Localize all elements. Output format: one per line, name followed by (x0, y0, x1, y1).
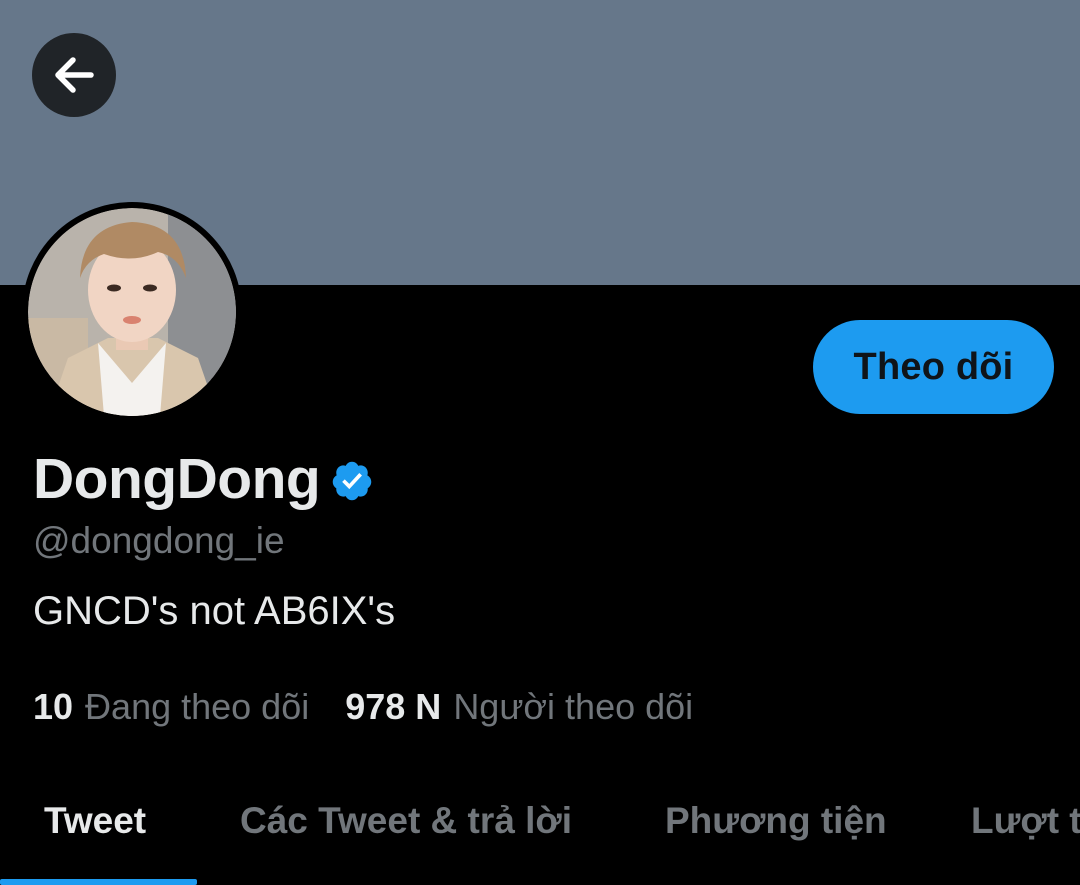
tab-likes[interactable]: Lượt t (971, 800, 1080, 842)
arrow-left-icon (55, 57, 94, 93)
followers-stat[interactable]: 978 N Người theo dõi (345, 686, 693, 728)
bio: GNCD's not AB6IX's (33, 589, 396, 633)
display-name: DongDong (33, 447, 321, 511)
back-button[interactable] (32, 33, 116, 117)
following-stat[interactable]: 10 Đang theo dõi (33, 686, 309, 728)
handle: @dongdong_ie (33, 520, 285, 561)
following-label: Đang theo dõi (85, 686, 310, 727)
avatar[interactable] (22, 202, 242, 422)
following-count: 10 (33, 686, 74, 727)
active-tab-indicator (0, 879, 197, 885)
display-name-row: DongDong (33, 446, 374, 512)
follow-button[interactable]: Theo dõi (813, 320, 1054, 414)
followers-count: 978 N (345, 686, 442, 727)
verified-badge-icon (332, 461, 372, 501)
tab-media[interactable]: Phương tiện (665, 800, 887, 842)
profile-page: Theo dõi DongDong @dongdong_ie GNCD's no… (0, 0, 1080, 885)
profile-stats: 10 Đang theo dõi 978 N Người theo dõi (33, 684, 693, 730)
profile-photo (28, 208, 236, 416)
tab-tweets[interactable]: Tweet (44, 800, 146, 842)
followers-label: Người theo dõi (453, 686, 694, 727)
tab-tweets-and-replies[interactable]: Các Tweet & trả lời (240, 800, 572, 842)
profile-tabs: Tweet Các Tweet & trả lời Phương tiện Lư… (0, 770, 1080, 885)
